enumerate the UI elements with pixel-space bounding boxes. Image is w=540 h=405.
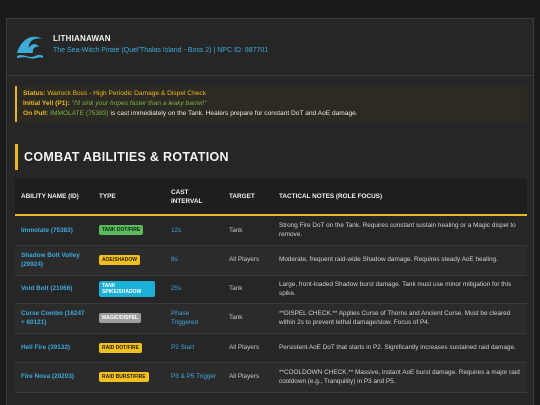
type-badge: AOE/SHADOW [99,255,140,265]
ability-name-link[interactable]: Fire Nova (20203) [15,362,93,392]
col-header-type: TYPE [99,193,116,200]
cast-interval: 25s [171,285,182,293]
yell-line: Initial Yell (P1): "I'll sink your hopes… [23,99,521,109]
cast-interval: Phase Triggered [171,309,199,327]
target: All Players [229,373,260,381]
table-row: Fire Nova (20203) RAID BURST/FIRE P3 & P… [15,362,527,392]
table-row: Immolate (75383) TANK DOT/FIRE 12s Tank … [15,215,527,245]
ability-name-link[interactable]: Hell Fire (39132) [15,333,93,362]
section-title: COMBAT ABILITIES & ROTATION [15,144,229,170]
type-badge: MAGIC/DISPEL [99,313,142,323]
npc-header: LITHIANAWAN The Sea-Witch Pirate (Quel'T… [7,19,533,76]
col-header-name: ABILITY NAME (ID) [21,193,79,200]
cast-interval: P2 Start [171,343,195,351]
table-header-row: ABILITY NAME (ID) TYPE CAST INTERVAL TAR… [15,179,527,215]
target: All Players [229,343,260,351]
pull-label: On Pull: [23,110,49,117]
type-badge: RAID BURST/FIRE [99,372,149,382]
type-badge: TANK SPIKE/SHADOW [99,281,155,297]
tactical-notes: Strong Fire DoT on the Tank. Requires co… [279,221,516,239]
npc-subtitle: The Sea-Witch Pirate (Quel'Thalas Island… [53,47,269,54]
boss-panel: LITHIANAWAN The Sea-Witch Pirate (Quel'T… [6,18,534,405]
target: All Players [229,256,260,264]
tactical-notes: Moderate, frequent raid-wide Shadow dama… [279,256,498,264]
table-row: Hell Fire (39132) RAID DOT/FIRE P2 Start… [15,333,527,362]
status-line: Status: Warlock Boss - High Periodic Dam… [23,89,521,99]
pull-text: is cast immediately on the Tank. Healers… [108,110,358,117]
col-header-target: TARGET [229,193,255,200]
status-value: Warlock Boss - High Periodic Damage & Di… [47,90,206,97]
encounter-info-box: Status: Warlock Boss - High Periodic Dam… [15,86,527,122]
abilities-table: ABILITY NAME (ID) TYPE CAST INTERVAL TAR… [15,179,527,393]
pull-spell-link[interactable]: IMMOLATE (75383) [50,110,109,117]
target: Tank [229,226,243,234]
ability-name-link[interactable]: Curse Combo (16247 + 60121) [15,303,93,333]
npc-name: LITHIANAWAN [53,34,111,43]
tactical-notes: **COOLDOWN CHECK.** Massive, instant AoE… [279,368,520,386]
ability-name-link[interactable]: Shadow Bolt Volley (29924) [15,245,93,275]
tactical-notes: Large, front-loaded Shadow burst damage.… [279,280,512,298]
yell-value: "I'll sink your hopes faster than a leak… [71,100,207,107]
target: Tank [229,285,243,293]
cast-interval: 12s [171,226,182,234]
cast-interval: 8s [171,256,178,264]
target: Tank [229,314,243,322]
col-header-interval: CAST INTERVAL [171,188,203,205]
status-label: Status: [23,90,46,97]
wave-crest-icon [17,36,43,59]
ability-name-link[interactable]: Immolate (75383) [15,215,93,245]
table-row: Void Bolt (21066) TANK SPIKE/SHADOW 25s … [15,275,527,303]
type-badge: TANK DOT/FIRE [99,225,144,236]
tactical-notes: Persistent AoE DoT that starts in P2. Si… [279,343,516,351]
yell-label: Initial Yell (P1): [23,100,70,107]
table-row: Curse Combo (16247 + 60121) MAGIC/DISPEL… [15,303,527,333]
table-row: Shadow Bolt Volley (29924) AOE/SHADOW 8s… [15,245,527,275]
type-badge: RAID DOT/FIRE [99,342,142,353]
tactical-notes: **DISPEL CHECK.** Applies Curse of Thorn… [279,309,511,327]
pull-line: On Pull: IMMOLATE (75383) is cast immedi… [23,109,521,119]
col-header-notes: TACTICAL NOTES (ROLE FOCUS) [279,193,383,200]
ability-name-link[interactable]: Void Bolt (21066) [15,275,93,303]
cast-interval: P3 & P5 Trigger [171,373,217,381]
